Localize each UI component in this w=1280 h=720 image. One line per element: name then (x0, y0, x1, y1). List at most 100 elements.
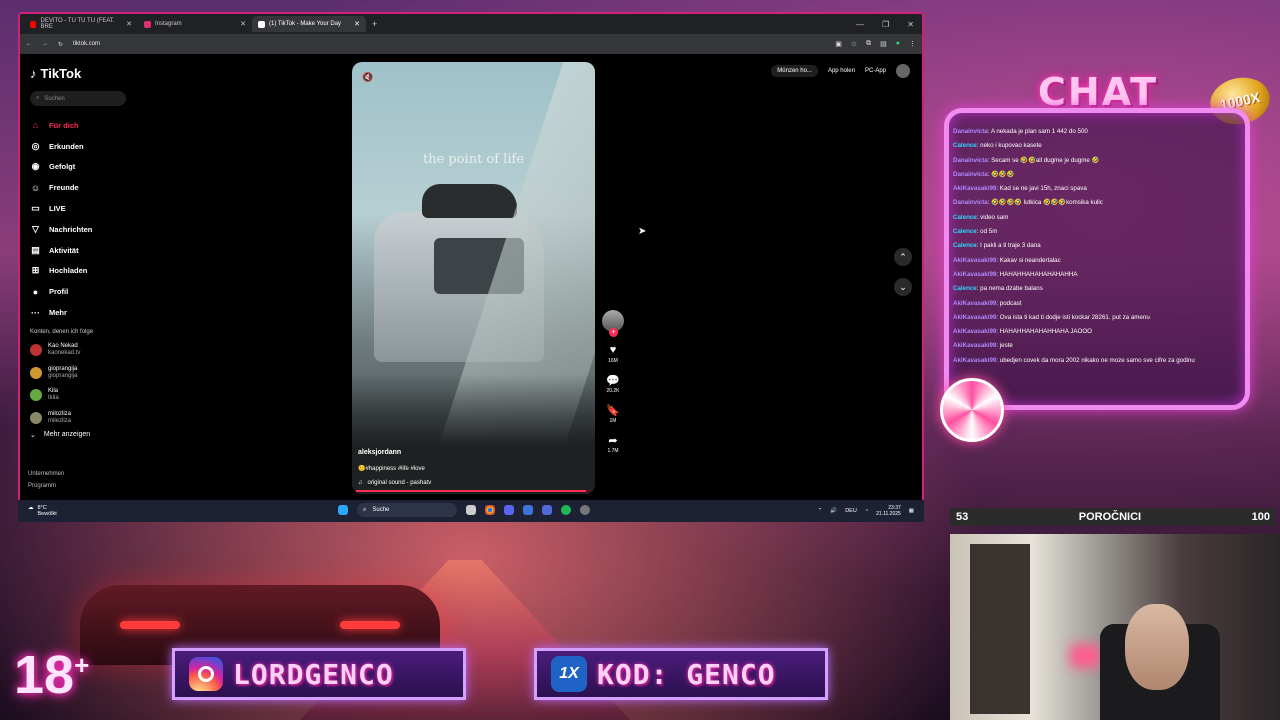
bookmark-star-icon[interactable]: ☆ (851, 40, 857, 48)
following-icon: ◉ (31, 161, 40, 172)
speaker-icon[interactable]: 🔊 (830, 508, 837, 514)
save-button[interactable]: 🔖 1M (606, 404, 620, 424)
video-sound[interactable]: ♫ original sound - pashatv (358, 480, 431, 486)
forward-icon[interactable]: → (42, 41, 48, 47)
activity-icon: ▤ (31, 244, 40, 255)
messages-icon: ▽ (32, 223, 39, 234)
lang-indicator[interactable]: DEU (845, 508, 857, 514)
sidebar-item-hochladen[interactable]: ⊞ Hochladen (30, 261, 210, 282)
url-field[interactable]: tiktok.com (73, 41, 825, 47)
avatar (30, 344, 42, 357)
maximize-icon[interactable]: ❐ (882, 20, 889, 29)
video-navigation: ⌃ ⌄ (894, 248, 912, 296)
get-app-button[interactable]: App holen (828, 68, 855, 74)
following-account[interactable]: Kila tkila (30, 384, 210, 407)
close-icon[interactable]: ✕ (240, 20, 246, 28)
tiktok-logo[interactable]: ♪ TikTok (30, 66, 210, 81)
close-icon[interactable]: ✕ (126, 20, 132, 28)
new-tab-icon[interactable]: + (372, 19, 377, 29)
spotify-icon[interactable] (561, 505, 571, 515)
task-view-icon[interactable] (466, 505, 476, 515)
sidepanel-icon[interactable]: ▤ (880, 40, 887, 48)
wifi-icon[interactable]: ◔ (865, 508, 868, 514)
app-icon[interactable] (523, 505, 533, 515)
save-count: 1M (609, 418, 617, 424)
sidebar-item-profil[interactable]: ● Profil (30, 281, 210, 302)
chat-text: : A nekada je plan sam 1 442 do 500 (987, 128, 1088, 135)
sidebar-item-nachrichten[interactable]: ▽ Nachrichten (30, 219, 210, 240)
tab-youtube[interactable]: DEVITO - TU TU TU (FEAT. BRE ✕ (24, 16, 138, 32)
reload-icon[interactable]: ↻ (58, 41, 63, 48)
minimize-icon[interactable]: — (856, 20, 864, 29)
share-icon: ➦ (608, 435, 618, 447)
taskbar-apps: ⌕ Suche (338, 503, 590, 517)
footer-link[interactable]: Unternehmen (28, 468, 64, 480)
tab-instagram[interactable]: Instagram ✕ (138, 16, 252, 32)
chat-text: : Ova ista ti kad ti dodje isti kockar 2… (996, 313, 1150, 321)
close-icon[interactable]: ✕ (354, 20, 360, 28)
user-avatar-icon[interactable] (896, 64, 910, 78)
sidebar-item-erkunden[interactable]: ◎ Erkunden (30, 136, 210, 157)
sidebar-item-mehr[interactable]: ··· Mehr (30, 302, 210, 323)
video-author[interactable]: aleksjordann (358, 449, 401, 456)
chat-username: AkiKavasaki99 (953, 256, 997, 264)
share-count: 1.7M (607, 448, 619, 454)
sidebar-item-gefolgt[interactable]: ◉ Gefolgt (30, 157, 210, 178)
tab-label: Instagram (155, 21, 182, 27)
creator-avatar[interactable]: + (602, 310, 624, 337)
windows-start-icon[interactable] (338, 505, 348, 515)
comment-button[interactable]: 💬 20.2K (606, 374, 620, 394)
taskbar-search[interactable]: ⌕ Suche (357, 503, 457, 517)
chat-username: Danainvicta (953, 199, 988, 207)
clock[interactable]: 23:37 21.11.2025 (876, 505, 901, 517)
weather-widget[interactable]: ☁ 8°C Bewölkt (18, 505, 57, 517)
chevron-down-icon[interactable]: ⌄ (894, 278, 912, 296)
instagram-icon (189, 657, 223, 691)
back-icon[interactable]: ← (26, 41, 32, 47)
cast-icon[interactable]: ▣ (835, 40, 842, 48)
sidebar-item-label: Mehr (49, 308, 67, 318)
account-name: milozliza (48, 410, 72, 417)
video-progress-bar[interactable] (356, 490, 591, 492)
chrome-icon[interactable] (485, 505, 495, 515)
sidebar-item-live[interactable]: ▭ LIVE (30, 198, 210, 219)
share-button[interactable]: ➦ 1.7M (607, 434, 618, 454)
video-player[interactable]: 🔇 the point of life aleksjordann 🙂#happi… (352, 62, 595, 494)
promo-code: KOD: GENCO (597, 657, 776, 691)
follow-plus-icon[interactable]: + (609, 328, 618, 337)
pc-app-button[interactable]: PC-App (865, 68, 886, 74)
close-window-icon[interactable]: ✕ (907, 20, 914, 29)
discord-icon[interactable] (504, 505, 514, 515)
video-hashtags[interactable]: 🙂#happiness #life #love (358, 465, 425, 472)
music-note-icon: ♫ (358, 480, 363, 486)
sidebar-item-f-r-dich[interactable]: ⌂ Für dich (30, 115, 210, 136)
sidebar-item-freunde[interactable]: ☺ Freunde (30, 177, 210, 198)
browser-menu-icon[interactable]: ⋮ (909, 40, 916, 48)
extensions-icon[interactable]: ⧉ (866, 40, 871, 48)
avatar (30, 389, 42, 402)
like-button[interactable]: ♥ 16M (608, 344, 618, 364)
chat-username: Danainvicta (953, 156, 988, 164)
tab-tiktok[interactable]: (1) TikTok - Make Your Day ✕ (252, 16, 366, 32)
following-account[interactable]: Kao Nekad kaonekad.tv (30, 339, 210, 362)
app-icon[interactable] (542, 505, 552, 515)
chat-username: AkiKavasaki99 (953, 313, 997, 321)
following-account[interactable]: milozliza milezliza (30, 406, 210, 429)
profile-avatar-icon[interactable]: ● (896, 40, 900, 48)
chat-username: AkiKavasaki99 (953, 185, 997, 193)
chat-messages: Danainvicta : A nekada je plan sam 1 442 … (953, 125, 1241, 368)
sidebar-item-aktivit-t[interactable]: ▤ Aktivität (30, 240, 210, 261)
following-account[interactable]: gioprangija gioprangija (30, 361, 210, 384)
webcam-door (970, 544, 1030, 714)
tray-chevron-icon[interactable]: ⌃ (818, 508, 823, 514)
notification-icon[interactable]: ▦ (909, 508, 914, 514)
get-coins-button[interactable]: Münzen ho... (771, 65, 818, 77)
show-more-button[interactable]: ⌄ Mehr anzeigen (30, 431, 210, 439)
footer-link[interactable]: Programm (28, 480, 64, 492)
search-input[interactable]: ⌕ Suchen (30, 91, 126, 106)
settings-icon[interactable] (580, 505, 590, 515)
account-handle: tkila (48, 395, 59, 402)
chevron-up-icon[interactable]: ⌃ (894, 248, 912, 266)
news-left-number: 53 (956, 511, 969, 523)
mute-icon[interactable]: 🔇 (362, 72, 373, 83)
